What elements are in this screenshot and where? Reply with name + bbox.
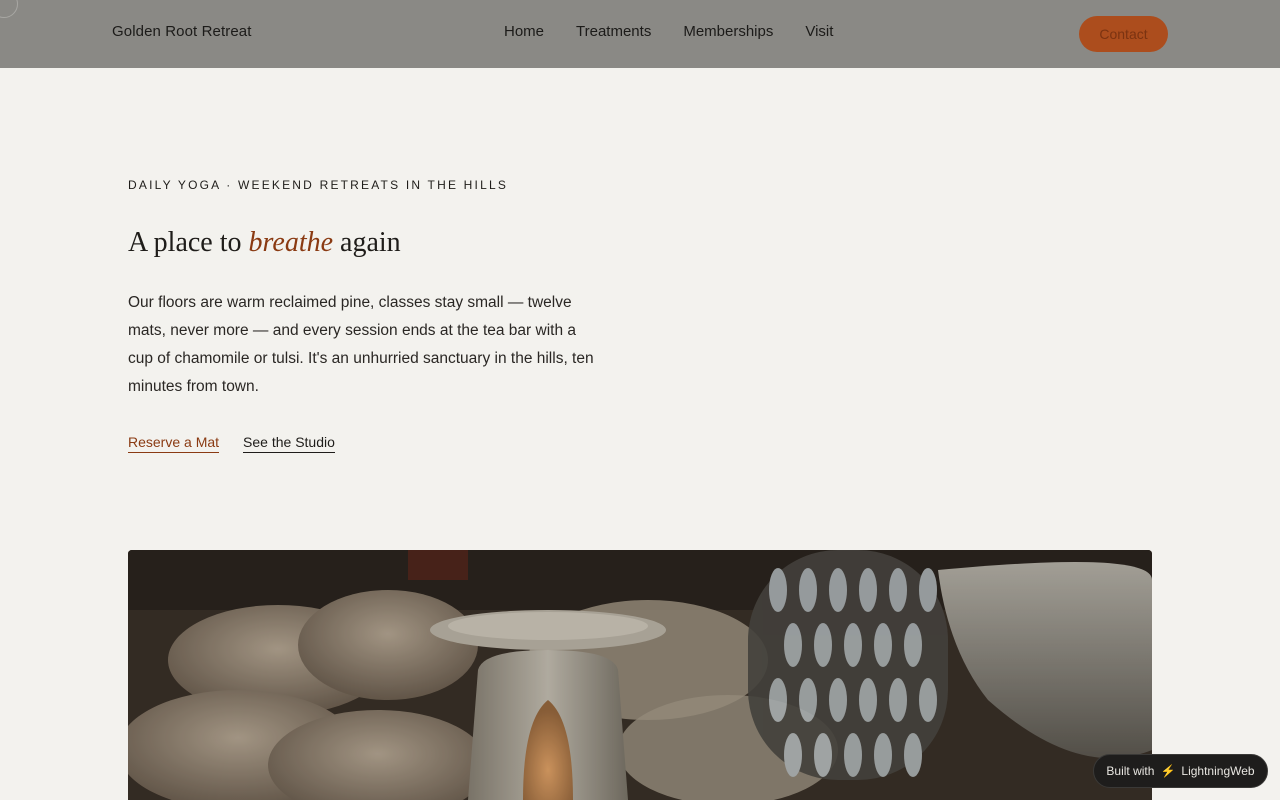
nav-item-memberships[interactable]: Memberships (683, 23, 773, 40)
hero-eyebrow: DAILY YOGA · WEEKEND RETREATS IN THE HIL… (128, 178, 509, 192)
headline-after: again (333, 227, 401, 258)
headline-accent: breathe (248, 227, 334, 258)
contact-button[interactable]: Contact (1079, 16, 1168, 52)
lightning-icon: ⚡ (1160, 764, 1176, 778)
nav-item-visit[interactable]: Visit (805, 23, 833, 40)
built-with-badge[interactable]: Built with ⚡ LightningWeb (1093, 754, 1268, 788)
headline-before: A place to (128, 227, 249, 258)
nav-item-treatments[interactable]: Treatments (576, 23, 651, 40)
badge-name: LightningWeb (1181, 764, 1255, 778)
corner-circle-icon (0, 0, 18, 18)
site-header: Golden Root Retreat Home Treatments Memb… (0, 0, 1280, 68)
reserve-mat-link[interactable]: Reserve a Mat (128, 434, 220, 453)
hero-cta-row: Reserve a Mat See the Studio (128, 434, 335, 453)
hero-body: Our floors are warm reclaimed pine, clas… (128, 294, 594, 395)
hero-image (128, 550, 1152, 800)
hero-headline: A place to breathe again (128, 227, 401, 259)
page: Golden Root Retreat Home Treatments Memb… (0, 0, 1280, 800)
see-studio-link[interactable]: See the Studio (243, 434, 335, 453)
badge-prefix: Built with (1106, 764, 1155, 778)
brand-logo[interactable]: Golden Root Retreat (112, 23, 251, 40)
spa-scene-illustration (128, 550, 1152, 800)
nav-item-home[interactable]: Home (504, 23, 544, 40)
main-nav: Home Treatments Memberships Visit (504, 23, 833, 40)
